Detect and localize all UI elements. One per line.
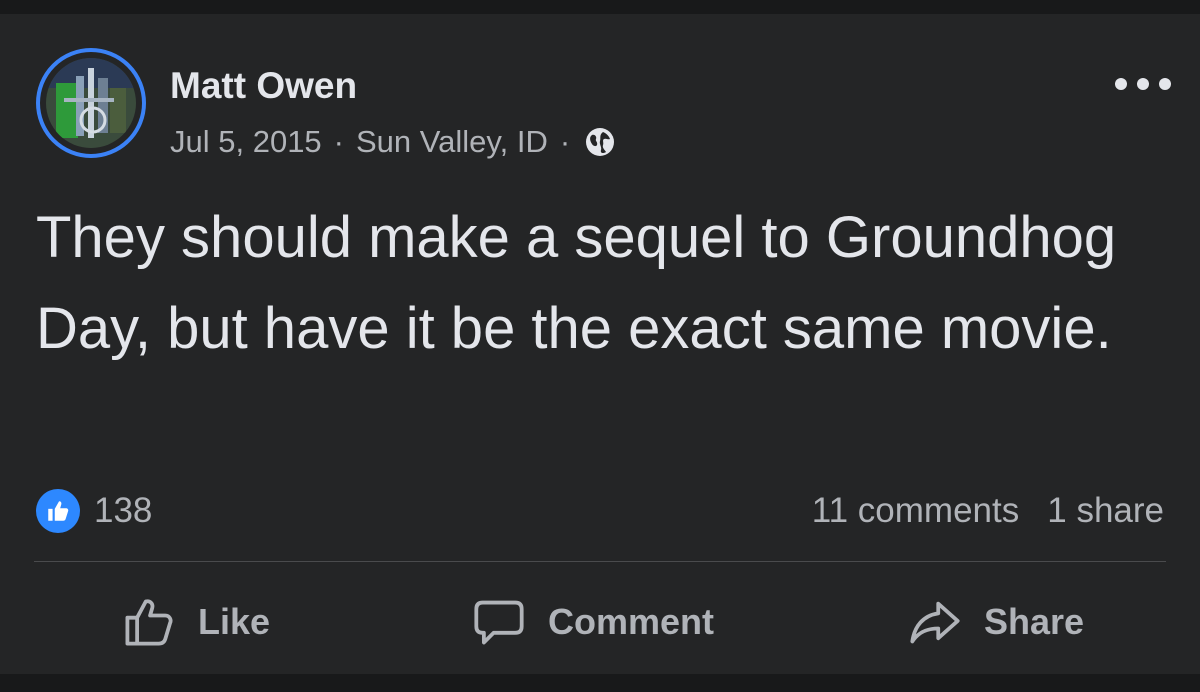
post-location[interactable]: Sun Valley, ID [356,122,548,162]
share-button[interactable]: Share [908,592,1084,652]
avatar-image [46,58,136,148]
thumbs-up-icon [125,599,173,646]
globe-icon [584,126,616,158]
engagement-counts: 11 comments 1 share [812,487,1164,535]
thumbs-up-icon [36,489,80,533]
author-name[interactable]: Matt Owen [170,64,357,108]
shares-count[interactable]: 1 share [1047,491,1164,531]
meta-separator: · [559,124,571,159]
comment-button[interactable]: Comment [472,592,714,652]
post-date[interactable]: Jul 5, 2015 [170,122,322,162]
avatar[interactable] [36,48,146,158]
like-button[interactable]: Like [122,592,270,652]
reaction-count: 138 [94,491,153,530]
like-label: Like [198,601,271,642]
divider [34,561,1166,562]
post-card: Matt Owen Jul 5, 2015 · Sun Valley, ID ·… [0,14,1200,674]
share-arrow-icon [910,601,960,644]
reaction-summary[interactable]: 138 [36,487,152,535]
comment-icon [474,600,524,645]
more-dot [1159,78,1171,90]
comment-label: Comment [548,601,715,642]
meta-separator: · [333,124,344,159]
share-label: Share [984,601,1085,642]
post-meta: Jul 5, 2015 · Sun Valley, ID · [170,122,616,162]
comments-count[interactable]: 11 comments [812,491,1020,531]
more-dot [1115,78,1127,90]
more-dot [1137,78,1149,90]
more-options-icon[interactable] [1115,69,1171,99]
post-text: They should make a sequel to Groundhog D… [36,205,1117,361]
action-bar: Like Comment Share [0,592,1200,652]
